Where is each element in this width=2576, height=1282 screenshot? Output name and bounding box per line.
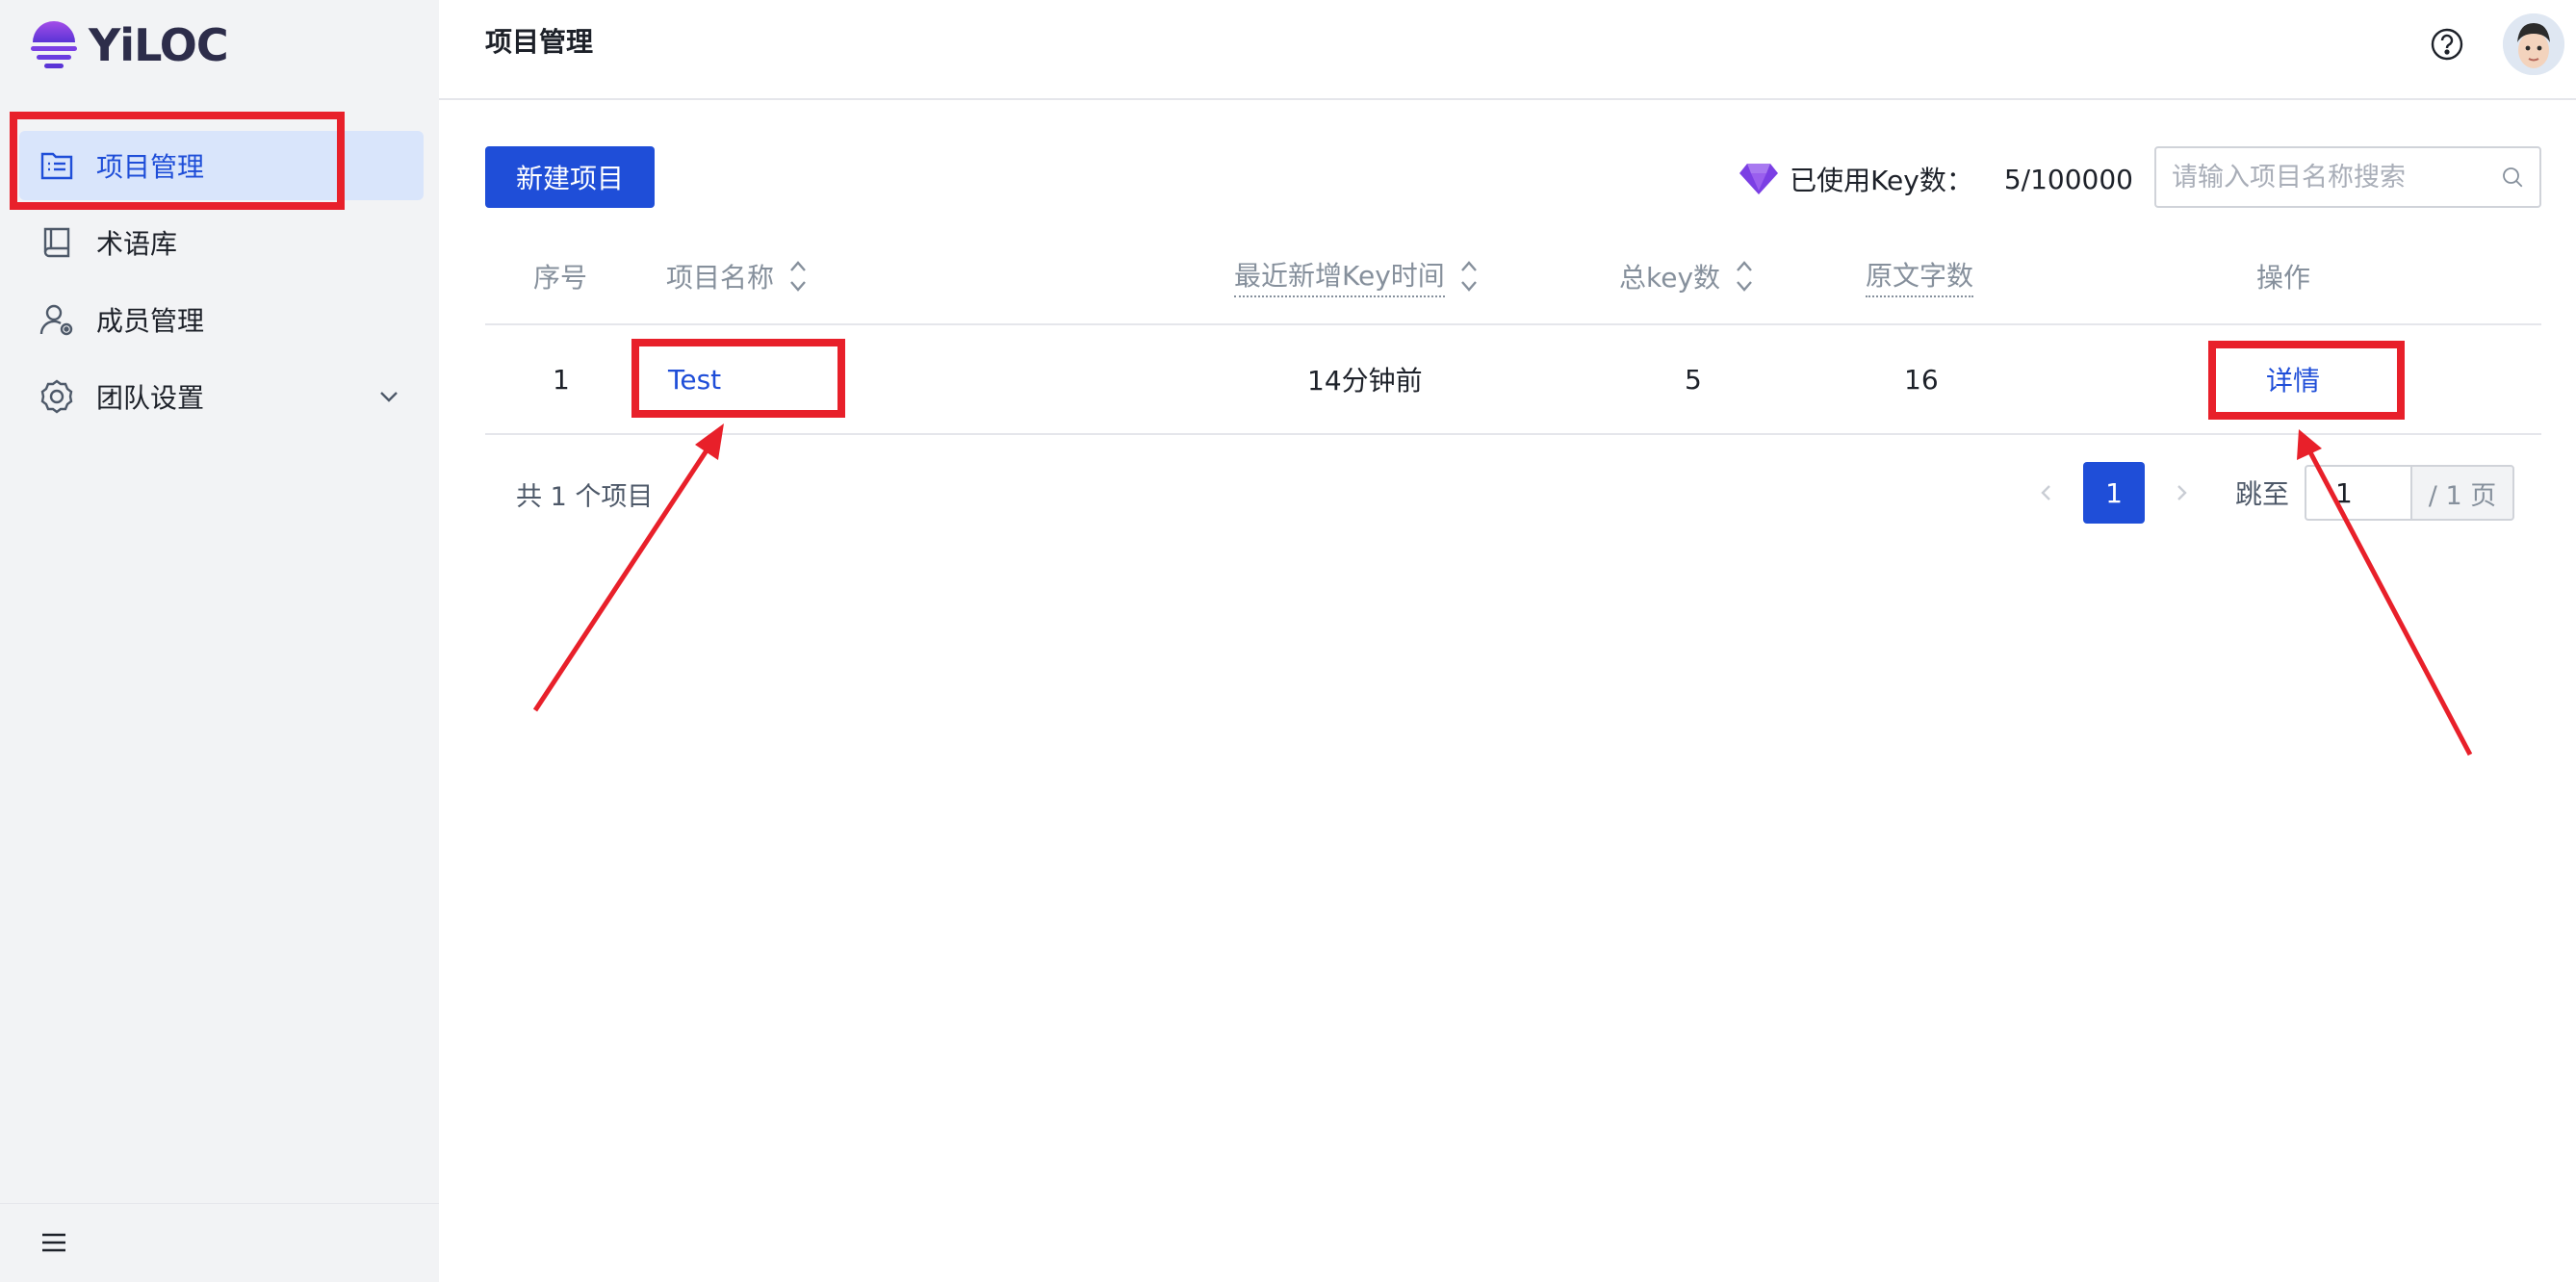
next-page-button[interactable] <box>2151 462 2212 524</box>
key-usage-value: 5/100000 <box>2003 163 2133 195</box>
column-actions: 操作 <box>2256 262 2311 294</box>
chevron-left-icon <box>2041 485 2050 500</box>
page-total-suffix: / 1 页 <box>2410 465 2514 521</box>
row-last-key-time: 14分钟前 <box>1307 365 1423 397</box>
logo-icon <box>31 21 77 68</box>
table-header: 序号 项目名称 最近新增Key时间 总key数 原文字数 操作 <box>485 229 2541 325</box>
sidebar-item-team-settings[interactable]: 团队设置 <box>19 362 424 431</box>
annotation-box-project-name <box>631 339 845 418</box>
pagination: 1 跳至 / 1 页 <box>2016 462 2514 524</box>
main-content: 新建项目 已使用Key数： 5/100000 序号 项目名称 最近新增Key时间 <box>439 100 2576 1282</box>
top-header: 项目管理 <box>439 0 2576 100</box>
row-total-keys: 5 <box>1685 363 1702 396</box>
sort-icon[interactable] <box>1734 257 1755 295</box>
column-total-keys[interactable]: 总key数 <box>1619 229 1755 323</box>
search-icon[interactable] <box>2501 162 2524 192</box>
chevron-down-icon[interactable] <box>377 385 400 408</box>
sidebar-item-label: 成员管理 <box>96 305 205 337</box>
question-circle-icon[interactable] <box>2430 27 2464 62</box>
key-usage: 已使用Key数： 5/100000 <box>1739 160 2133 198</box>
annotation-box-details <box>2208 341 2405 420</box>
sort-icon[interactable] <box>1458 257 1480 295</box>
brand-logo[interactable]: YiLOC <box>29 17 229 73</box>
row-source-chars: 16 <box>1904 363 1939 396</box>
pagination-total: 共 1 个项目 <box>516 482 654 512</box>
user-avatar-icon <box>2503 13 2564 75</box>
brand-name: YiLOC <box>89 19 229 71</box>
row-index: 1 <box>553 363 570 396</box>
page-button-current[interactable]: 1 <box>2082 462 2145 524</box>
book-icon <box>43 227 70 258</box>
column-last-key-time[interactable]: 最近新增Key时间 <box>1234 229 1480 323</box>
menu-icon[interactable] <box>39 1227 69 1258</box>
annotation-box-sidebar <box>10 112 345 210</box>
column-source-chars: 原文字数 <box>1866 229 1974 323</box>
sidebar-item-label: 团队设置 <box>96 382 205 414</box>
column-index: 序号 <box>533 262 588 294</box>
sidebar-footer <box>0 1203 439 1282</box>
sidebar-item-glossary[interactable]: 术语库 <box>19 208 424 277</box>
user-gear-icon <box>39 304 73 336</box>
jump-label: 跳至 <box>2234 478 2289 510</box>
new-project-button[interactable]: 新建项目 <box>485 146 655 208</box>
diamond-icon <box>1739 164 1779 194</box>
sidebar-item-members[interactable]: 成员管理 <box>19 285 424 354</box>
page-title: 项目管理 <box>485 26 594 58</box>
sort-icon[interactable] <box>787 257 809 295</box>
settings-gear-icon <box>40 379 73 414</box>
search-box <box>2154 146 2541 208</box>
search-input[interactable] <box>2172 162 2501 192</box>
chevron-right-icon <box>2177 485 2187 500</box>
jump-page-input[interactable] <box>2305 465 2410 521</box>
prev-page-button[interactable] <box>2016 462 2077 524</box>
sidebar-item-label: 术语库 <box>96 228 178 260</box>
key-usage-label: 已使用Key数： <box>1790 165 1973 196</box>
avatar[interactable] <box>2503 13 2564 75</box>
column-name[interactable]: 项目名称 <box>666 229 809 323</box>
